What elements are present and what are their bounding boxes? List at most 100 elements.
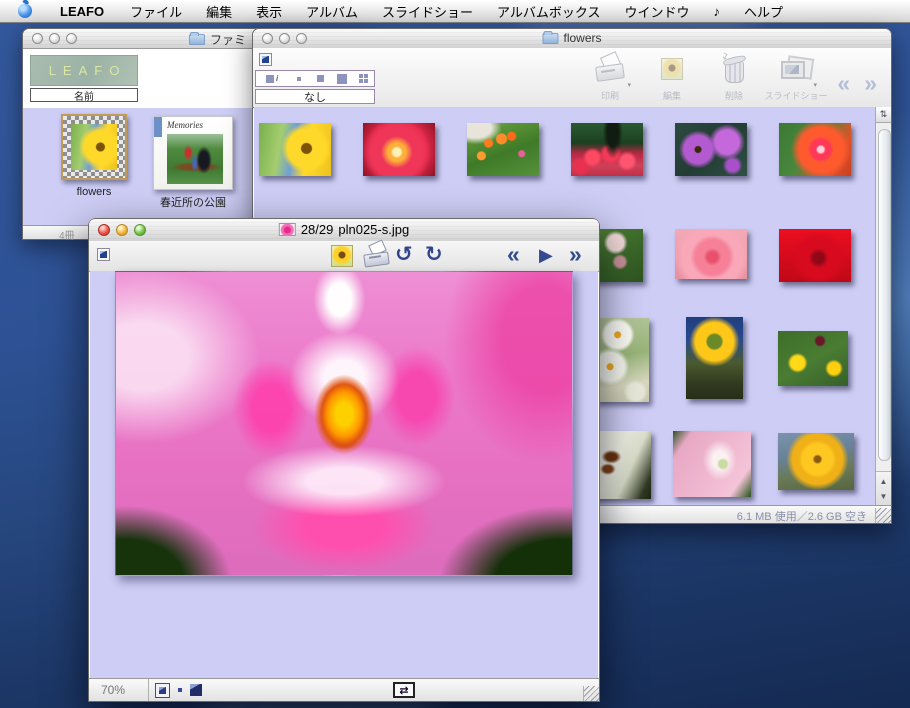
resize-grip[interactable] [583, 686, 599, 701]
menu-item-file[interactable]: ファイル [118, 2, 194, 21]
flowers-titlebar[interactable]: flowers [253, 29, 891, 49]
thumbnail-red-rose[interactable] [363, 123, 435, 176]
orchid-photo[interactable] [115, 271, 573, 576]
edit-image-icon [661, 58, 683, 80]
menu-item-help[interactable]: ヘルプ [732, 2, 795, 21]
album-cover-photo [167, 134, 223, 184]
close-button[interactable] [98, 224, 110, 236]
viewer-titlebar[interactable]: 28/29 pln025-s.jpg [89, 219, 599, 242]
album-spine [154, 117, 162, 137]
album-flowers[interactable] [61, 114, 127, 180]
sort-icon[interactable]: ⇅ [876, 107, 891, 123]
swap-direction-icon[interactable]: ⇄ [393, 682, 415, 698]
folder-icon [542, 33, 558, 44]
thumbnail-hibiscus[interactable] [779, 123, 851, 176]
window-controls [32, 33, 77, 44]
thumbnail-sunflower-portrait[interactable] [686, 317, 743, 399]
thumbnail-purple-cosmos[interactable] [675, 123, 747, 176]
window-title-group: 28/29 pln025-s.jpg [279, 222, 409, 237]
zoom-button[interactable] [66, 33, 77, 44]
menu-item-music-note-icon[interactable]: ♪ [702, 4, 733, 19]
menu-item-albumbox[interactable]: アルバムボックス [485, 2, 612, 21]
large-size-icon[interactable] [190, 684, 202, 696]
menu-item-slideshow[interactable]: スライドショー [370, 2, 485, 21]
slideshow-button[interactable]: ▾ スライドショー [773, 51, 819, 102]
menu-item-app[interactable]: LEAFO [46, 4, 118, 19]
view-tiny-segment[interactable] [288, 71, 309, 86]
zoom-level[interactable]: 70% [89, 679, 149, 701]
zoom-size-controls [155, 679, 233, 701]
slideshow-menu-arrow[interactable]: ▾ [813, 81, 817, 89]
slideshow-icon [781, 57, 811, 81]
rotate-left-button[interactable]: ↺ [395, 244, 413, 266]
thumbnail-white-lily[interactable] [591, 431, 651, 499]
small-size-icon[interactable] [178, 688, 182, 692]
window-title: flowers [563, 31, 601, 45]
thumbnail-pink-rose[interactable] [675, 229, 747, 279]
view-size-segmented-control: i [255, 70, 375, 87]
play-slideshow-button[interactable]: ▶ [539, 246, 553, 266]
window-title-group: flowers [542, 31, 601, 45]
album-cover-title: Memories [167, 120, 203, 130]
thumbnail-crimson-rose[interactable] [779, 229, 851, 282]
scroll-down-icon[interactable]: ▼ [880, 492, 888, 501]
name-column-header[interactable]: 名前 [30, 88, 138, 102]
minimize-button[interactable] [49, 33, 60, 44]
scroll-up-icon[interactable]: ▲ [880, 477, 888, 486]
thumbnail-orange-lilies[interactable] [467, 123, 539, 176]
window-title-group: ファミ [189, 31, 246, 48]
scrollbar-thumb[interactable] [878, 129, 891, 461]
next-icon: » [569, 241, 582, 267]
back-icon[interactable]: « [837, 72, 850, 95]
print-button[interactable] [361, 242, 391, 268]
zoom-button[interactable] [134, 224, 146, 236]
close-button[interactable] [32, 33, 43, 44]
print-menu-arrow[interactable]: ▾ [627, 81, 631, 89]
trash-icon: ↴ [722, 54, 746, 84]
rotate-right-icon: ↻ [425, 243, 443, 266]
previous-button[interactable]: « [507, 243, 520, 267]
thumbnail-icon[interactable] [97, 248, 110, 261]
edit-button[interactable]: 編集 [649, 51, 695, 102]
edit-image-icon [331, 245, 353, 267]
leafo-logo: LEAFO [30, 55, 138, 86]
thumbnail-daisies[interactable] [595, 318, 649, 402]
thumbnail-yellow-daylily[interactable] [778, 433, 854, 490]
thumbnail-buttercups[interactable] [778, 331, 848, 386]
album-flowers-cover [71, 124, 117, 170]
view-info-segment[interactable]: i [256, 71, 288, 86]
forward-icon[interactable]: » [864, 72, 877, 95]
toolbar-buttons: ▾ 印刷 編集 ↴ 削除 ▾ スライドショー [587, 51, 819, 102]
rotate-right-button[interactable]: ↻ [425, 244, 443, 266]
close-button[interactable] [262, 33, 273, 44]
minimize-button[interactable] [279, 33, 290, 44]
next-button[interactable]: » [569, 243, 582, 267]
window-controls [98, 224, 146, 236]
printer-icon [593, 54, 627, 84]
menu-item-window[interactable]: ウインドウ [612, 2, 701, 21]
minimize-button[interactable] [116, 224, 128, 236]
thumbnail-drag-icon[interactable] [259, 53, 272, 66]
resize-grip[interactable] [875, 508, 891, 523]
window-controls [262, 33, 307, 44]
menu-item-album[interactable]: アルバム [294, 2, 370, 21]
view-large-segment[interactable] [331, 71, 352, 86]
previous-icon: « [507, 241, 520, 267]
zoom-button[interactable] [296, 33, 307, 44]
view-grid-segment[interactable] [353, 71, 374, 86]
view-small-segment[interactable] [310, 71, 331, 86]
apple-menu-icon[interactable] [18, 4, 32, 18]
delete-button[interactable]: ↴ 削除 [711, 51, 757, 102]
viewer-toolbar: ↺ ↻ « ▶ » [89, 241, 599, 272]
album-memories[interactable]: Memories [153, 116, 233, 190]
menu-item-edit[interactable]: 編集 [194, 2, 244, 21]
album-count: 4冊 [59, 227, 75, 242]
thumbnail-pink-mallow[interactable] [673, 431, 751, 497]
edit-image-button[interactable] [331, 245, 353, 267]
menu-item-view[interactable]: 表示 [244, 2, 294, 21]
print-button[interactable]: ▾ 印刷 [587, 51, 633, 102]
fit-window-icon[interactable] [155, 683, 170, 698]
thumbnail-spider-lilies[interactable] [571, 123, 643, 176]
category-dropdown[interactable]: なし [255, 89, 375, 104]
thumbnail-sunflower[interactable] [259, 123, 331, 176]
